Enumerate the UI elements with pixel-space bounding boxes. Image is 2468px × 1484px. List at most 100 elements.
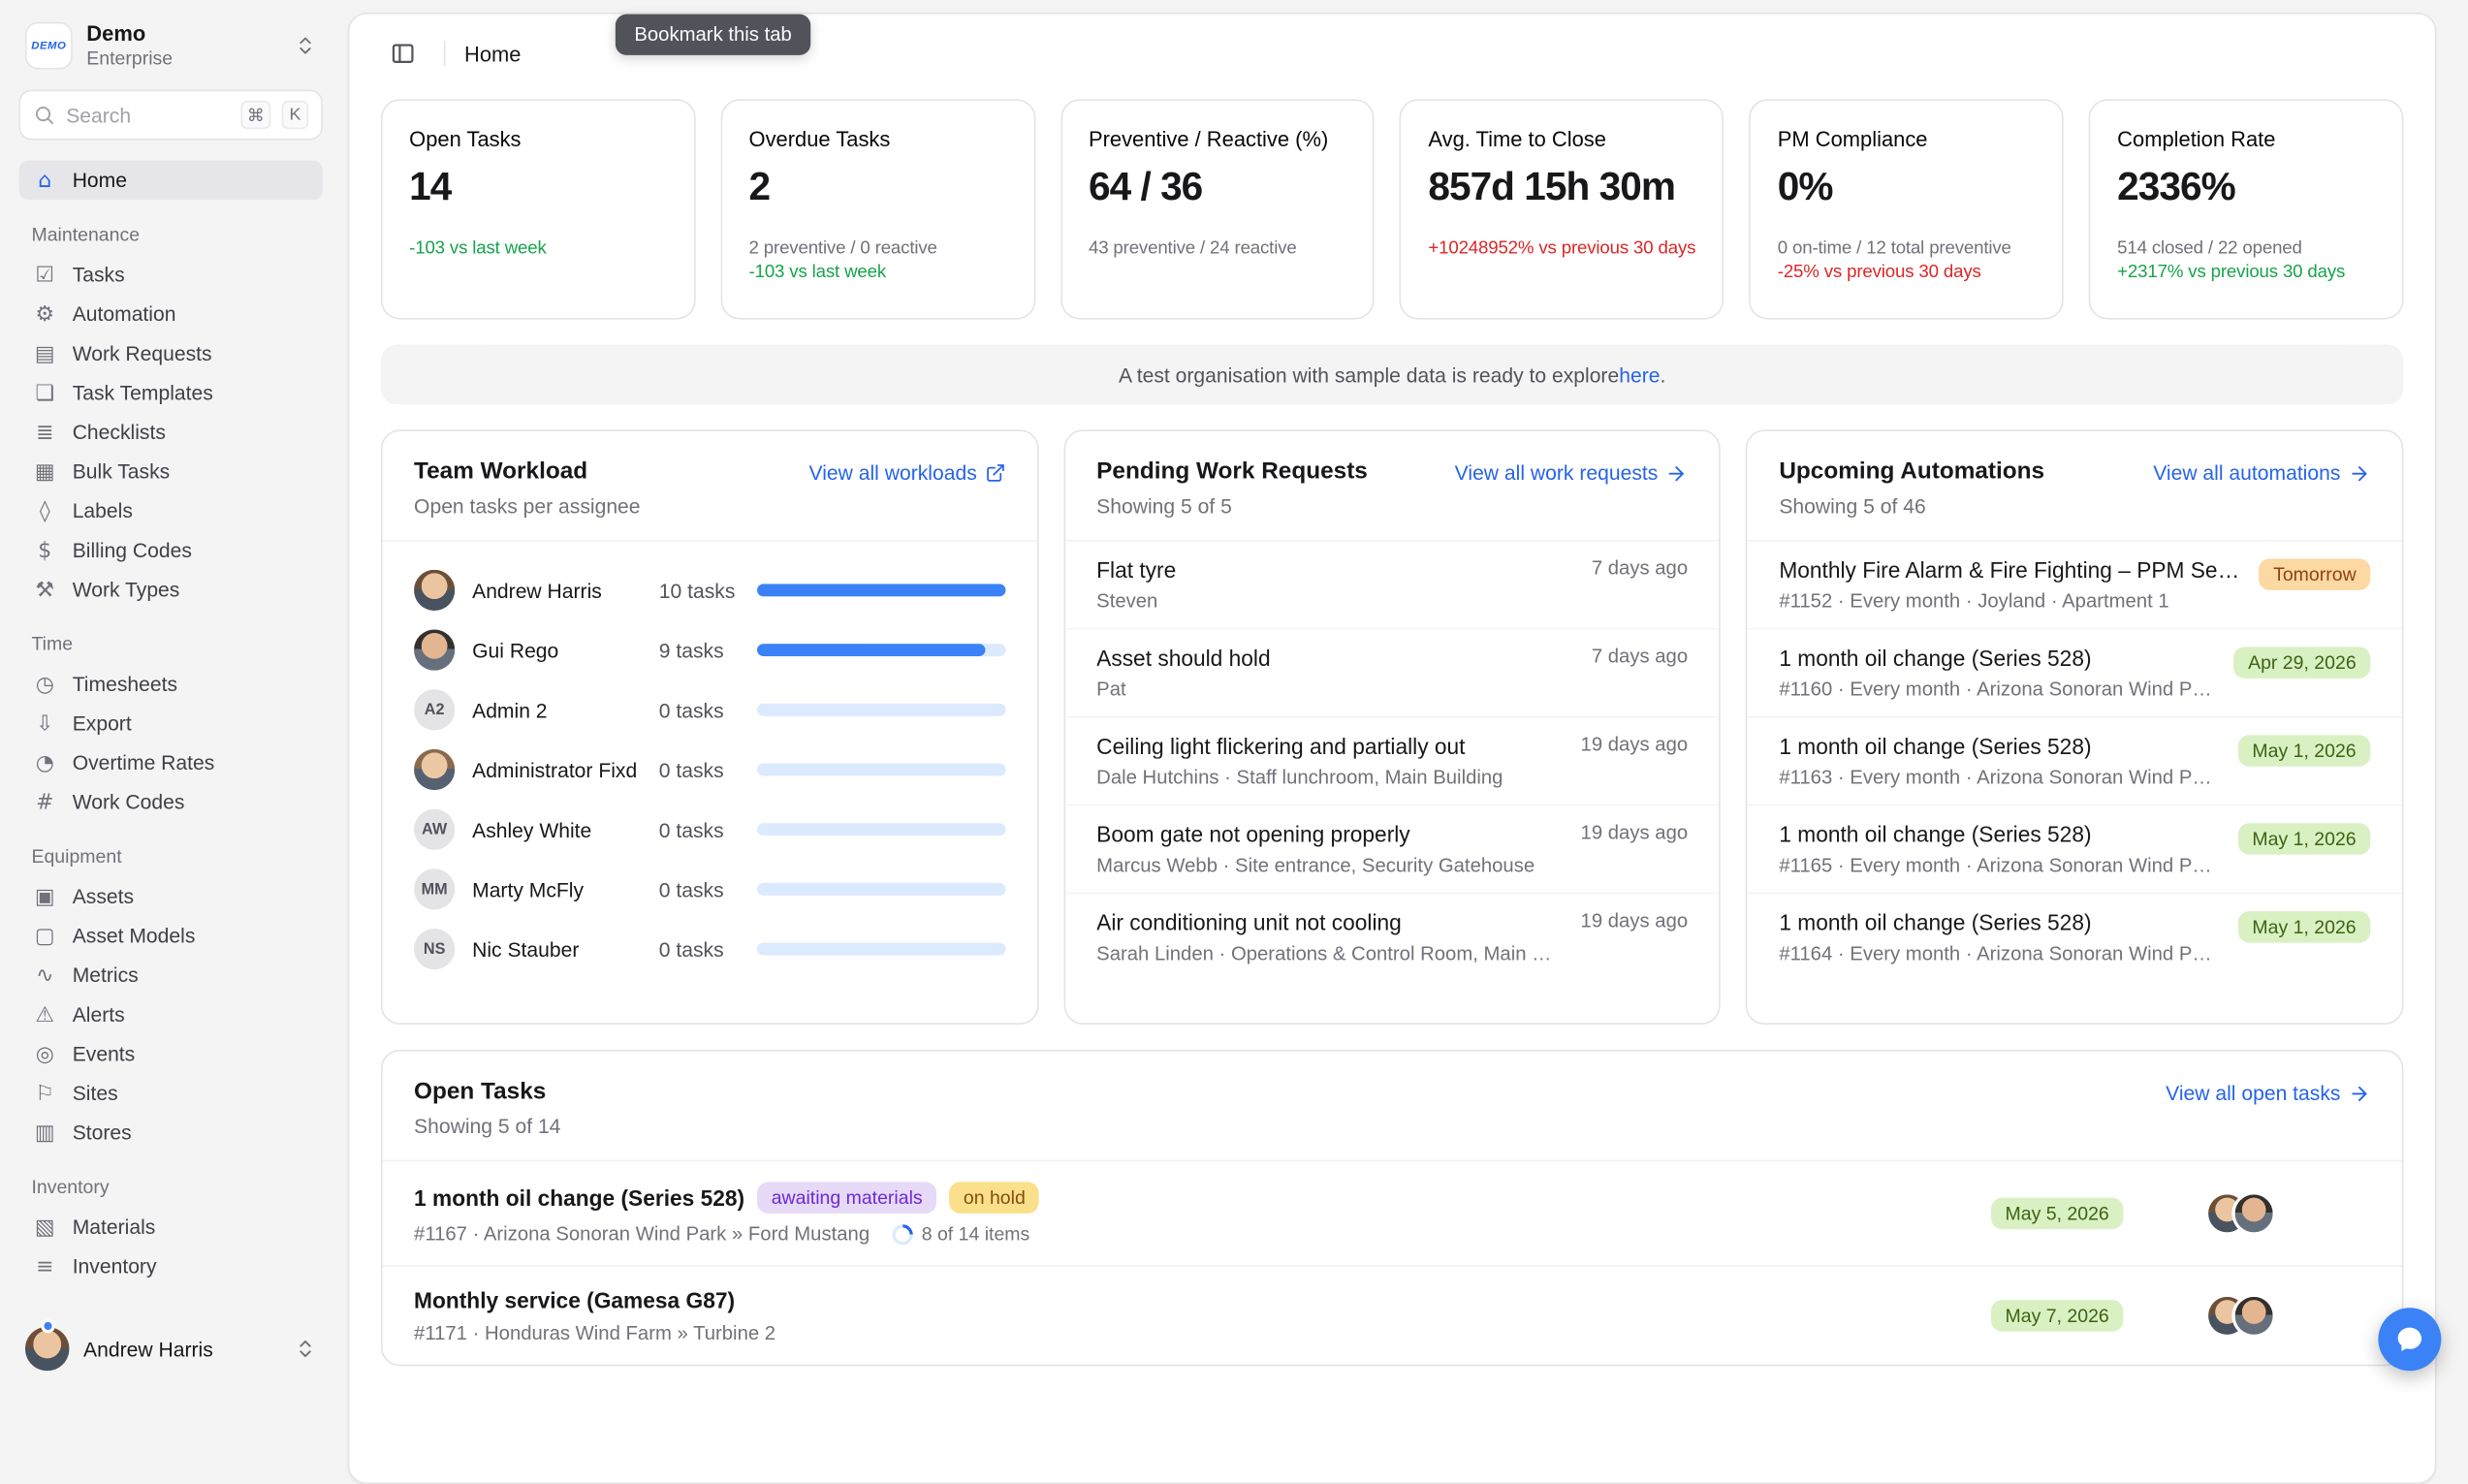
- sidebar-item-export[interactable]: ⇩Export: [18, 704, 322, 743]
- sidebar-item-automation[interactable]: ⚙Automation: [18, 295, 322, 334]
- stat-detail: 43 preventive / 24 reactive: [1089, 239, 1346, 258]
- search-input[interactable]: [66, 103, 230, 126]
- open-task-row[interactable]: 1 month oil change (Series 528) awaiting…: [383, 1160, 2402, 1266]
- view-all-workloads-link[interactable]: View all workloads: [809, 461, 1005, 485]
- workload-row[interactable]: Andrew Harris 10 tasks: [414, 560, 1005, 620]
- sidebar-item-overtime-rates[interactable]: ◔Overtime Rates: [18, 742, 322, 782]
- work-types-icon: ⚒: [31, 577, 58, 602]
- metrics-icon: ∿: [31, 963, 58, 988]
- automation-row[interactable]: 1 month oil change (Series 528) #1163 · …: [1748, 716, 2402, 805]
- sidebar-item-sites[interactable]: ⚐Sites: [18, 1073, 322, 1113]
- sidebar-item-work-codes[interactable]: #Work Codes: [18, 782, 322, 822]
- sidebar-item-tasks[interactable]: ☑Tasks: [18, 255, 322, 295]
- sidebar-item-billing-codes[interactable]: $Billing Codes: [18, 530, 322, 570]
- sidebar-item-inventory[interactable]: ≡Inventory: [18, 1247, 322, 1286]
- open-tasks-card: Open Tasks Showing 5 of 14 View all open…: [381, 1050, 2403, 1366]
- workload-row[interactable]: Gui Rego 9 tasks: [414, 620, 1005, 680]
- view-all-automations-link[interactable]: View all automations: [2153, 461, 2370, 485]
- sidebar-item-checklists[interactable]: ≣Checklists: [18, 412, 322, 452]
- user-menu[interactable]: Andrew Harris: [18, 1324, 322, 1374]
- sidebar-section-equipment: Equipment: [18, 845, 322, 868]
- automation-row[interactable]: 1 month oil change (Series 528) #1165 · …: [1748, 805, 2402, 893]
- due-date-badge: May 1, 2026: [2238, 735, 2370, 766]
- work-request-row[interactable]: Boom gate not opening properly Marcus We…: [1065, 805, 1720, 893]
- card-subtitle: Open tasks per assignee: [414, 494, 641, 518]
- sidebar-item-work-types[interactable]: ⚒Work Types: [18, 570, 322, 610]
- workload-row[interactable]: A2 Admin 2 0 tasks: [414, 679, 1005, 740]
- sites-icon: ⚐: [31, 1081, 58, 1106]
- sidebar-item-timesheets[interactable]: ◷Timesheets: [18, 664, 322, 704]
- stat-card-overdue-tasks: Overdue Tasks 2 2 preventive / 0 reactiv…: [720, 99, 1034, 319]
- work-request-row[interactable]: Flat tyre Steven 7 days ago: [1065, 542, 1720, 628]
- workload-bar: [756, 644, 1005, 656]
- sidebar-item-bulk-tasks[interactable]: ▦Bulk Tasks: [18, 452, 322, 491]
- sidebar-item-materials[interactable]: ▧Materials: [18, 1207, 322, 1247]
- view-all-work-requests-link[interactable]: View all work requests: [1455, 461, 1688, 485]
- sidebar-item-alerts[interactable]: ⚠Alerts: [18, 995, 322, 1034]
- chat-icon: [2394, 1324, 2425, 1355]
- sidebar-item-work-requests[interactable]: ▤Work Requests: [18, 333, 322, 373]
- materials-icon: ▧: [31, 1215, 58, 1240]
- sample-data-banner: A test organisation with sample data is …: [381, 345, 2403, 405]
- explore-here-link[interactable]: here: [1619, 363, 1660, 386]
- sidebar-item-home[interactable]: ⌂ Home: [18, 161, 322, 201]
- workload-bar: [756, 584, 1005, 596]
- checklists-icon: ≣: [31, 420, 58, 445]
- shortcut-cmd-key: ⌘: [240, 101, 270, 129]
- arrow-right-icon: [2349, 1082, 2371, 1104]
- card-title: Pending Work Requests: [1096, 458, 1368, 485]
- sidebar-item-assets[interactable]: ▣Assets: [18, 876, 322, 916]
- progress-spinner-icon: [887, 1219, 916, 1248]
- work-request-row[interactable]: Asset should hold Pat 7 days ago: [1065, 628, 1720, 716]
- search-box[interactable]: ⌘ K: [18, 90, 322, 141]
- due-date-badge: May 7, 2026: [1991, 1300, 2123, 1331]
- avatar: [414, 749, 455, 790]
- sidebar-item-stores[interactable]: ▥Stores: [18, 1113, 322, 1152]
- sidebar-item-events[interactable]: ◎Events: [18, 1034, 322, 1074]
- view-all-open-tasks-link[interactable]: View all open tasks: [2166, 1081, 2370, 1104]
- sidebar-toggle-button[interactable]: [381, 31, 425, 75]
- due-date-badge: Tomorrow: [2259, 558, 2370, 589]
- automation-row[interactable]: 1 month oil change (Series 528) #1164 · …: [1748, 893, 2402, 981]
- workload-row[interactable]: Administrator Fixd 0 tasks: [414, 740, 1005, 800]
- inventory-icon: ≡: [31, 1253, 58, 1279]
- pending-work-requests-card: Pending Work Requests Showing 5 of 5 Vie…: [1063, 429, 1721, 1025]
- work-request-row[interactable]: Ceiling light flickering and partially o…: [1065, 716, 1720, 805]
- stat-detail: 0 on-time / 12 total preventive: [1778, 239, 2036, 258]
- sidebar-item-task-templates[interactable]: ❏Task Templates: [18, 373, 322, 413]
- upcoming-automations-card: Upcoming Automations Showing 5 of 46 Vie…: [1746, 429, 2403, 1025]
- due-date-badge: May 1, 2026: [2238, 823, 2370, 854]
- sidebar-item-metrics[interactable]: ∿Metrics: [18, 956, 322, 995]
- workload-row[interactable]: MM Marty McFly 0 tasks: [414, 860, 1005, 920]
- avatar: [2235, 1194, 2273, 1232]
- card-subtitle: Showing 5 of 46: [1779, 494, 2044, 518]
- workspace-switcher[interactable]: DEMO Demo Enterprise: [18, 18, 322, 72]
- stat-delta: -103 vs last week: [749, 263, 1007, 281]
- chevron-up-down-icon: [295, 1338, 317, 1360]
- asset-models-icon: ▢: [31, 923, 58, 948]
- workload-row[interactable]: NS Nic Stauber 0 tasks: [414, 919, 1005, 979]
- work-request-row[interactable]: Air conditioning unit not cooling Sarah …: [1065, 893, 1720, 981]
- alerts-icon: ⚠: [31, 1001, 58, 1026]
- card-title: Team Workload: [414, 458, 641, 485]
- checklist-progress: 8 of 14 items: [892, 1223, 1029, 1246]
- workload-bar: [756, 763, 1005, 775]
- sidebar-item-asset-models[interactable]: ▢Asset Models: [18, 916, 322, 956]
- export-icon: ⇩: [31, 710, 58, 736]
- avatar: [414, 570, 455, 611]
- workload-row[interactable]: AW Ashley White 0 tasks: [414, 800, 1005, 860]
- status-badge-on-hold: on hold: [949, 1182, 1039, 1213]
- topbar-divider: [444, 41, 446, 66]
- chat-launcher-button[interactable]: [2378, 1308, 2441, 1371]
- open-task-row[interactable]: Monthly service (Gamesa G87) #1171 · Hon…: [383, 1265, 2402, 1364]
- user-name: Andrew Harris: [83, 1337, 213, 1360]
- automation-row[interactable]: Monthly Fire Alarm & Fire Fighting – PPM…: [1748, 542, 2402, 628]
- timestamp: 7 days ago: [1572, 646, 1688, 701]
- timestamp: 19 days ago: [1562, 822, 1688, 877]
- stat-delta: +2317% vs previous 30 days: [2117, 263, 2375, 281]
- sidebar-section-time: Time: [18, 633, 322, 655]
- task-templates-icon: ❏: [31, 380, 58, 405]
- avatar: MM: [414, 868, 455, 909]
- sidebar-item-labels[interactable]: ◊Labels: [18, 491, 322, 531]
- automation-row[interactable]: 1 month oil change (Series 528) #1160 · …: [1748, 628, 2402, 716]
